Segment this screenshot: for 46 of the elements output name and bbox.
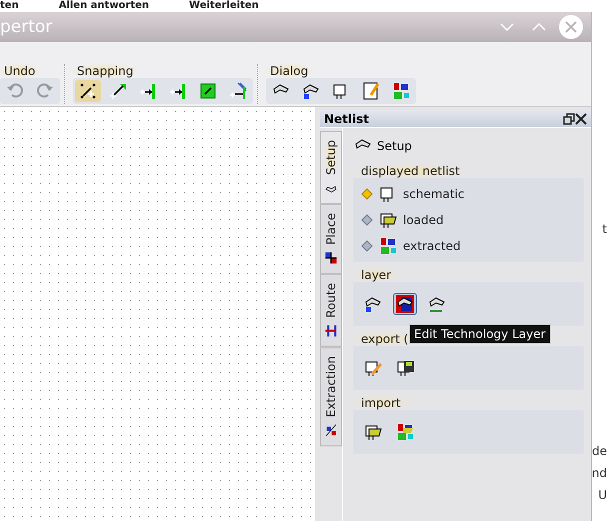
float-button[interactable] bbox=[562, 112, 575, 124]
section-label: layer bbox=[353, 268, 400, 282]
radio-option[interactable]: extracted bbox=[361, 235, 576, 257]
blocks-icon bbox=[324, 250, 338, 265]
vertical-tab[interactable]: Setup bbox=[320, 131, 342, 204]
panel-title: Netlist bbox=[324, 112, 370, 126]
tool-button[interactable] bbox=[393, 293, 417, 315]
close-icon bbox=[574, 112, 587, 124]
snap-right-icon bbox=[168, 81, 188, 101]
setup-heading: Setup bbox=[377, 139, 412, 153]
tooltip: Edit Technology Layer bbox=[409, 324, 551, 344]
background-toolbar-label: ten bbox=[0, 0, 19, 12]
snap-left-icon bbox=[138, 81, 158, 101]
route-icon bbox=[324, 324, 338, 338]
chevron-down-icon bbox=[500, 23, 514, 31]
window-title: pertor bbox=[0, 17, 54, 37]
blocks-folder-icon bbox=[395, 422, 415, 442]
radio-option[interactable]: schematic bbox=[361, 183, 576, 205]
toolbar-group-label: Snapping bbox=[73, 64, 138, 78]
section-label: displayed netlist bbox=[353, 164, 468, 178]
snap-grid-icon bbox=[78, 81, 98, 101]
toolbar-group-label: Undo bbox=[0, 64, 40, 78]
snap-line-icon bbox=[228, 81, 248, 101]
vertical-tab[interactable]: Place bbox=[320, 204, 342, 274]
notepad-icon bbox=[361, 81, 381, 101]
snap-area-icon bbox=[198, 81, 218, 101]
vertical-tab[interactable]: Extraction bbox=[320, 346, 342, 446]
toolbar-group-label: Dialog bbox=[266, 64, 312, 78]
background-text: t bbox=[602, 222, 607, 236]
radio-option[interactable]: loaded bbox=[361, 209, 576, 231]
float-icon bbox=[562, 112, 575, 124]
background-text: U bbox=[598, 488, 607, 502]
background-text: nd bbox=[592, 466, 607, 480]
section-label: import bbox=[353, 396, 409, 410]
snap-edge-icon bbox=[108, 81, 128, 101]
close-button[interactable] bbox=[574, 112, 587, 124]
toolbar-button[interactable] bbox=[75, 80, 101, 102]
close-icon bbox=[564, 21, 577, 33]
blocks-icon bbox=[378, 236, 398, 256]
background-text: de bbox=[592, 444, 607, 458]
background-toolbar-label: Weiterleiten bbox=[189, 0, 259, 12]
blocks-icon bbox=[391, 81, 411, 101]
background-toolbar-label: Allen antworten bbox=[58, 0, 150, 12]
chip-disk-icon bbox=[395, 358, 415, 378]
vertical-tab[interactable]: Route bbox=[320, 274, 342, 347]
chevron-up-icon bbox=[532, 23, 546, 31]
